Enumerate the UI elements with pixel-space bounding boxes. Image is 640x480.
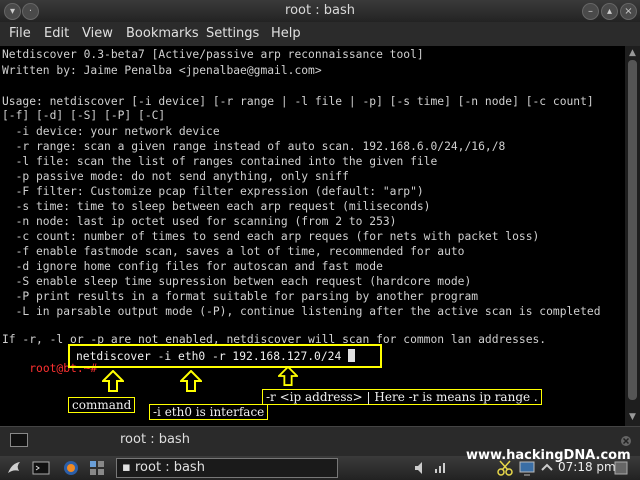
- terminal-line: -r range: scan a given range instead of …: [2, 140, 506, 153]
- menu-bookmarks[interactable]: Bookmarks: [126, 26, 199, 41]
- terminal-line: -p passive mode: do not send anything, o…: [2, 170, 349, 183]
- menu-help[interactable]: Help: [271, 26, 301, 41]
- terminal-line: -l file: scan the list of ranges contain…: [2, 155, 438, 168]
- terminal-line: -P print results in a format suitable fo…: [2, 290, 479, 303]
- up-arrow-icon: [278, 366, 298, 386]
- terminal-launcher-icon[interactable]: [32, 459, 50, 477]
- window-titlebar[interactable]: ▾ · root : bash – ▴ ×: [0, 0, 640, 22]
- terminal-line: -i device: your network device: [2, 125, 220, 138]
- minimize-icon[interactable]: –: [582, 3, 599, 20]
- window-title: root : bash: [285, 3, 355, 18]
- annotation-range: -r <ip address> | Here -r is means ip ra…: [262, 389, 542, 405]
- terminal-line: Usage: netdiscover [-i device] [-r range…: [2, 95, 594, 108]
- close-icon[interactable]: ×: [620, 3, 637, 20]
- terminal-line: -f enable fastmode scan, saves a lot of …: [2, 245, 465, 258]
- scroll-down-icon[interactable]: ▼: [627, 412, 638, 422]
- scrollbar-thumb[interactable]: [628, 60, 637, 400]
- scrollbar[interactable]: ▲ ▼: [625, 46, 640, 426]
- menu-view[interactable]: View: [82, 26, 113, 41]
- maximize-icon[interactable]: ▴: [601, 3, 618, 20]
- taskbar-window-button[interactable]: ▪ root : bash: [116, 458, 338, 478]
- terminal-line: -d ignore home config files for autoscan…: [2, 260, 383, 273]
- terminal-line: -S enable sleep time supression betwen e…: [2, 275, 472, 288]
- scroll-up-icon[interactable]: ▲: [627, 48, 638, 58]
- desktop-switcher-icon[interactable]: [88, 459, 106, 477]
- terminal-line: -s time: time to sleep between each arp …: [2, 200, 431, 213]
- terminal-line: -F filter: Customize pcap filter express…: [2, 185, 424, 198]
- terminal-line: -c count: number of times to send each a…: [2, 230, 540, 243]
- annotation-interface: -i eth0 is interface: [149, 404, 269, 420]
- terminal-line: Netdiscover 0.3-beta7 [Active/passive ar…: [2, 48, 424, 61]
- terminal-line: Written by: Jaime Penalba <jpenalbae@gma…: [2, 64, 322, 77]
- tab-root-bash[interactable]: root : bash: [120, 432, 190, 447]
- up-arrow-icon: [180, 370, 202, 392]
- menu-bar: File Edit View Bookmarks Settings Help: [0, 22, 640, 46]
- command-highlight-box: [68, 344, 382, 368]
- up-arrow-icon: [102, 370, 124, 392]
- menu-settings[interactable]: Settings: [206, 26, 259, 41]
- speaker-icon[interactable]: [412, 459, 430, 477]
- taskbar-window-label: root : bash: [135, 460, 205, 475]
- network-icon[interactable]: [432, 459, 450, 477]
- menu-file[interactable]: File: [9, 26, 31, 41]
- terminal-line: [-f] [-d] [-S] [-P] [-C]: [2, 109, 166, 122]
- close-tab-icon[interactable]: [620, 435, 632, 447]
- annotation-command: command: [68, 397, 136, 413]
- terminal-line: -n node: last ip octet used for scanning…: [2, 215, 397, 228]
- terminal-icon: ▪: [122, 460, 131, 475]
- watermark: www.hackingDNA.com: [466, 448, 631, 463]
- new-tab-icon[interactable]: [10, 433, 28, 447]
- terminal-output[interactable]: Netdiscover 0.3-beta7 [Active/passive ar…: [0, 46, 625, 426]
- browser-icon[interactable]: [62, 459, 80, 477]
- terminal-line: -L in parsable output mode (-P), continu…: [2, 305, 601, 318]
- dragon-menu-icon[interactable]: [6, 459, 24, 477]
- menu-edit[interactable]: Edit: [44, 26, 69, 41]
